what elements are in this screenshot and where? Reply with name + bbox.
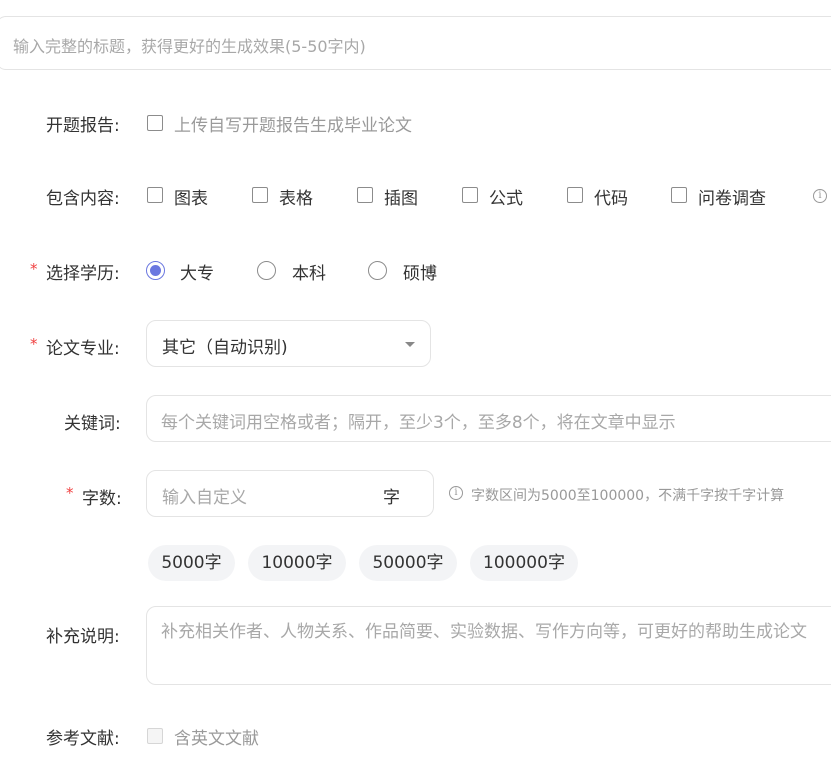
supplement-textarea-placeholder: 补充相关作者、人物关系、作品简要、实验数据、写作方向等，可更好的帮助生成论文: [161, 622, 807, 642]
word-count-hint: 字数区间为5000至100000，不满千字按千字计算: [471, 488, 785, 504]
chevron-down-icon: [405, 342, 415, 347]
word-count-input[interactable]: 输入自定义 字: [146, 470, 434, 517]
contents-option-code[interactable]: 代码: [594, 184, 628, 209]
major-select-value: 其它（自动识别): [162, 338, 288, 358]
contents-checkbox-illustration[interactable]: [357, 187, 373, 203]
contents-label: 包含内容:: [46, 189, 120, 209]
supplement-label: 补充说明:: [46, 627, 120, 647]
info-icon[interactable]: i: [813, 189, 827, 203]
contents-option-chart[interactable]: 图表: [174, 184, 208, 209]
contents-checkbox-table[interactable]: [252, 187, 268, 203]
major-select[interactable]: 其它（自动识别): [146, 320, 431, 367]
contents-checkbox-formula[interactable]: [462, 187, 478, 203]
contents-option-survey[interactable]: 问卷调查: [698, 184, 766, 209]
degree-option-junior-college[interactable]: 大专: [180, 259, 214, 284]
word-count-label: 字数:: [82, 489, 122, 509]
title-input-placeholder: 输入完整的标题，获得更好的生成效果(5-50字内): [13, 37, 366, 56]
contents-option-formula[interactable]: 公式: [489, 184, 523, 209]
word-count-preset-10000[interactable]: 10000字: [248, 545, 346, 581]
title-input[interactable]: 输入完整的标题，获得更好的生成效果(5-50字内): [0, 16, 831, 70]
references-label: 参考文献:: [46, 729, 120, 749]
word-count-input-placeholder: 输入自定义: [162, 488, 247, 508]
supplement-textarea[interactable]: 补充相关作者、人物关系、作品简要、实验数据、写作方向等，可更好的帮助生成论文: [146, 606, 831, 685]
degree-radio-bachelor[interactable]: [257, 261, 276, 280]
contents-option-illustration[interactable]: 插图: [384, 184, 418, 209]
references-english-label[interactable]: 含英文文献: [174, 724, 259, 749]
degree-option-bachelor[interactable]: 本科: [292, 259, 326, 284]
word-count-preset-100000[interactable]: 100000字: [470, 545, 578, 581]
degree-option-master-phd[interactable]: 硕博: [403, 259, 437, 284]
keywords-label: 关键词:: [64, 414, 121, 434]
info-icon: i: [449, 486, 463, 500]
word-count-unit: 字: [383, 488, 400, 508]
required-mark: *: [66, 484, 74, 502]
degree-radio-master-phd[interactable]: [368, 261, 387, 280]
word-count-preset-5000[interactable]: 5000字: [148, 545, 235, 581]
degree-radio-junior-college[interactable]: [146, 261, 165, 280]
required-mark: *: [30, 335, 38, 353]
contents-checkbox-code[interactable]: [567, 187, 583, 203]
contents-checkbox-survey[interactable]: [671, 187, 687, 203]
word-count-preset-50000[interactable]: 50000字: [359, 545, 457, 581]
contents-option-table[interactable]: 表格: [279, 184, 313, 209]
major-label: 论文专业:: [46, 339, 120, 359]
required-mark: *: [30, 260, 38, 278]
proposal-checkbox[interactable]: [147, 115, 163, 131]
proposal-label: 开题报告:: [46, 116, 120, 136]
keywords-input[interactable]: 每个关键词用空格或者；隔开，至少3个，至多8个，将在文章中显示: [146, 395, 831, 442]
degree-label: 选择学历:: [46, 264, 120, 284]
references-english-checkbox[interactable]: [147, 728, 163, 744]
keywords-input-placeholder: 每个关键词用空格或者；隔开，至少3个，至多8个，将在文章中显示: [161, 413, 676, 433]
proposal-checkbox-label[interactable]: 上传自写开题报告生成毕业论文: [174, 111, 412, 136]
contents-checkbox-chart[interactable]: [147, 187, 163, 203]
